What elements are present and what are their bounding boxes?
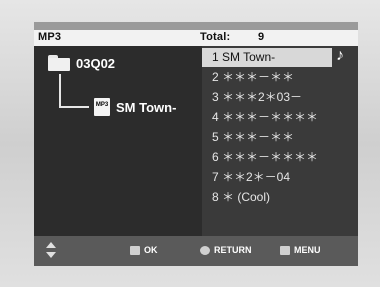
ok-hint: OK (130, 245, 158, 255)
ok-label: OK (144, 245, 158, 255)
menu-label: MENU (294, 245, 321, 255)
folder-item[interactable]: 03Q02 (48, 52, 115, 74)
file-name: SM Town- (116, 99, 177, 115)
return-key-icon (200, 245, 210, 255)
track-item[interactable]: 2 ＊＊＊－＊＊ (202, 68, 332, 87)
file-item[interactable]: MP3 SM Town- (94, 97, 176, 117)
monitor-frame: MP3 Total: 9 03Q02 MP3 SM Town- 1 SM Tow… (0, 0, 380, 287)
menu-hint: MENU (280, 245, 321, 255)
total-value: 9 (258, 31, 265, 43)
track-item[interactable]: 5 ＊＊＊－＊＊ (202, 128, 332, 147)
track-item-selected[interactable]: 1 SM Town- (202, 48, 332, 67)
track-list-panel: 1 SM Town- 2 ＊＊＊－＊＊ 3 ＊＊＊2＊03－ 4 ＊＊＊－＊＊＊… (202, 46, 358, 236)
return-label: RETURN (214, 245, 252, 255)
mode-label: MP3 (38, 31, 62, 43)
folder-tree-panel: 03Q02 MP3 SM Town- (34, 46, 202, 236)
osd-screen: MP3 Total: 9 03Q02 MP3 SM Town- 1 SM Tow… (34, 22, 358, 266)
track-item[interactable]: 7 ＊＊2＊－04 (202, 168, 332, 187)
track-item[interactable]: 6 ＊＊＊－＊＊＊＊ (202, 148, 332, 167)
folder-name: 03Q02 (76, 55, 116, 71)
top-bar (34, 22, 358, 30)
total-label: Total: (200, 31, 231, 43)
header-bar: MP3 Total: 9 (34, 30, 358, 46)
enter-key-icon (130, 245, 140, 255)
tree-line-vertical (59, 74, 61, 108)
music-note-icon: ♪ (336, 47, 344, 64)
track-item[interactable]: 3 ＊＊＊2＊03－ (202, 88, 332, 107)
mp3-file-icon: MP3 (94, 98, 110, 116)
updown-arrow-icon (46, 242, 56, 258)
track-item[interactable]: 8 ＊ (Cool) (202, 188, 332, 207)
folder-icon (48, 55, 70, 71)
footer-bar: OK RETURN MENU (34, 236, 358, 266)
return-hint: RETURN (200, 245, 252, 255)
track-item[interactable]: 4 ＊＊＊－＊＊＊＊ (202, 108, 332, 127)
menu-key-icon (280, 245, 290, 255)
tree-line-horizontal (59, 106, 89, 108)
mp3-file-icon-text: MP3 (95, 102, 109, 108)
